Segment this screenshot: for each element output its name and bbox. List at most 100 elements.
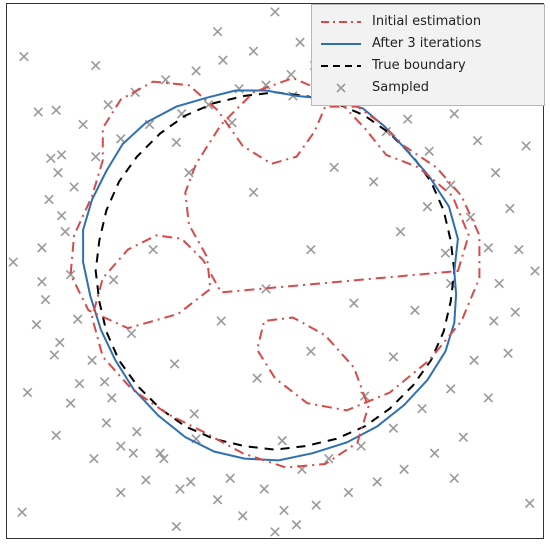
sample-marker <box>142 476 150 484</box>
sample-marker <box>56 338 64 346</box>
sample-marker <box>20 52 28 60</box>
sample-marker <box>430 449 438 457</box>
sample-marker <box>253 374 261 382</box>
sample-marker <box>271 528 279 536</box>
sample-marker <box>350 299 358 307</box>
sample-marker <box>187 478 195 486</box>
sample-marker <box>396 228 404 236</box>
sample-marker <box>117 488 125 496</box>
sample-marker <box>278 437 286 445</box>
sample-marker <box>92 153 100 161</box>
legend-item-initial: Initial estimation <box>320 11 536 33</box>
sample-marker <box>192 67 200 75</box>
sample-marker <box>38 278 46 286</box>
sample-marker <box>249 188 257 196</box>
sample-marker <box>226 474 234 482</box>
sample-marker <box>307 245 315 253</box>
sample-marker <box>249 47 257 55</box>
sample-marker <box>129 449 137 457</box>
sample-marker <box>61 228 69 236</box>
sample-marker <box>90 454 98 462</box>
sample-marker <box>450 474 458 482</box>
sample-marker <box>74 315 82 323</box>
sample-marker <box>45 195 53 203</box>
legend-item-true: True boundary <box>320 55 536 77</box>
sample-marker <box>260 485 268 493</box>
legend-item-after3: After 3 iterations <box>320 33 536 55</box>
sample-marker <box>161 76 169 84</box>
sample-marker <box>102 419 110 427</box>
sample-marker <box>470 356 478 364</box>
sample-marker <box>54 169 62 177</box>
sample-marker <box>330 163 338 171</box>
legend-swatch-after3 <box>320 35 362 53</box>
sample-marker <box>280 506 288 514</box>
sample-marker <box>23 388 31 396</box>
sample-marker <box>9 258 17 266</box>
sample-marker <box>491 169 499 177</box>
sample-marker <box>100 378 108 386</box>
sample-marker <box>369 178 377 186</box>
sample-marker <box>57 151 65 159</box>
sample-marker <box>70 183 78 191</box>
sample-marker <box>526 499 534 507</box>
sample-marker <box>219 56 227 64</box>
sample-marker <box>484 394 492 402</box>
sample-marker <box>296 38 304 46</box>
sample-marker <box>271 8 279 16</box>
sample-marker <box>75 379 83 387</box>
sample-marker <box>92 61 100 69</box>
sample-marker <box>172 138 180 146</box>
sample-marker <box>459 433 467 441</box>
sample-marker <box>47 154 55 162</box>
legend-swatch-initial <box>320 13 362 31</box>
sample-marker <box>504 349 512 357</box>
legend-label-sampled: Sampled <box>372 78 536 98</box>
sample-marker <box>217 317 225 325</box>
legend-label-true: True boundary <box>372 56 536 76</box>
sample-marker <box>38 244 46 252</box>
sample-marker <box>172 522 180 530</box>
sample-marker <box>213 496 221 504</box>
sample-marker <box>109 276 117 284</box>
sample-marker <box>127 329 135 337</box>
sample-marker <box>522 142 530 150</box>
sample-marker <box>473 136 481 144</box>
sample-marker <box>531 267 539 275</box>
sample-marker <box>133 428 141 436</box>
sample-marker <box>34 108 42 116</box>
sample-marker <box>190 410 198 418</box>
sample-marker <box>117 442 125 450</box>
sample-marker <box>373 478 381 486</box>
sample-marker <box>156 449 164 457</box>
sample-marker <box>511 308 519 316</box>
sample-marker <box>18 508 26 516</box>
sample-marker <box>235 85 243 93</box>
sample-marker <box>88 356 96 364</box>
sample-marker <box>389 424 397 432</box>
sample-marker <box>52 431 60 439</box>
sample-marker <box>292 521 300 529</box>
sample-marker <box>239 512 247 520</box>
true-boundary-path <box>96 92 455 449</box>
sample-marker <box>423 203 431 211</box>
sample-marker <box>447 385 455 393</box>
legend-item-sampled: Sampled <box>320 77 536 99</box>
sample-marker <box>176 485 184 493</box>
sample-marker <box>506 204 514 212</box>
sample-marker <box>149 245 157 253</box>
sample-marker <box>213 27 221 35</box>
sample-marker <box>490 317 498 325</box>
sample-marker <box>484 244 492 252</box>
sample-marker <box>32 320 40 328</box>
sample-marker <box>50 351 58 359</box>
sample-marker <box>57 211 65 219</box>
sample-marker <box>170 360 178 368</box>
sample-marker <box>515 245 523 253</box>
sample-marker <box>325 454 333 462</box>
legend-swatch-sampled <box>320 79 362 97</box>
sample-marker <box>441 249 449 257</box>
legend: Initial estimation After 3 iterations Tr… <box>311 4 545 106</box>
sample-marker <box>344 488 352 496</box>
sample-marker <box>307 347 315 355</box>
